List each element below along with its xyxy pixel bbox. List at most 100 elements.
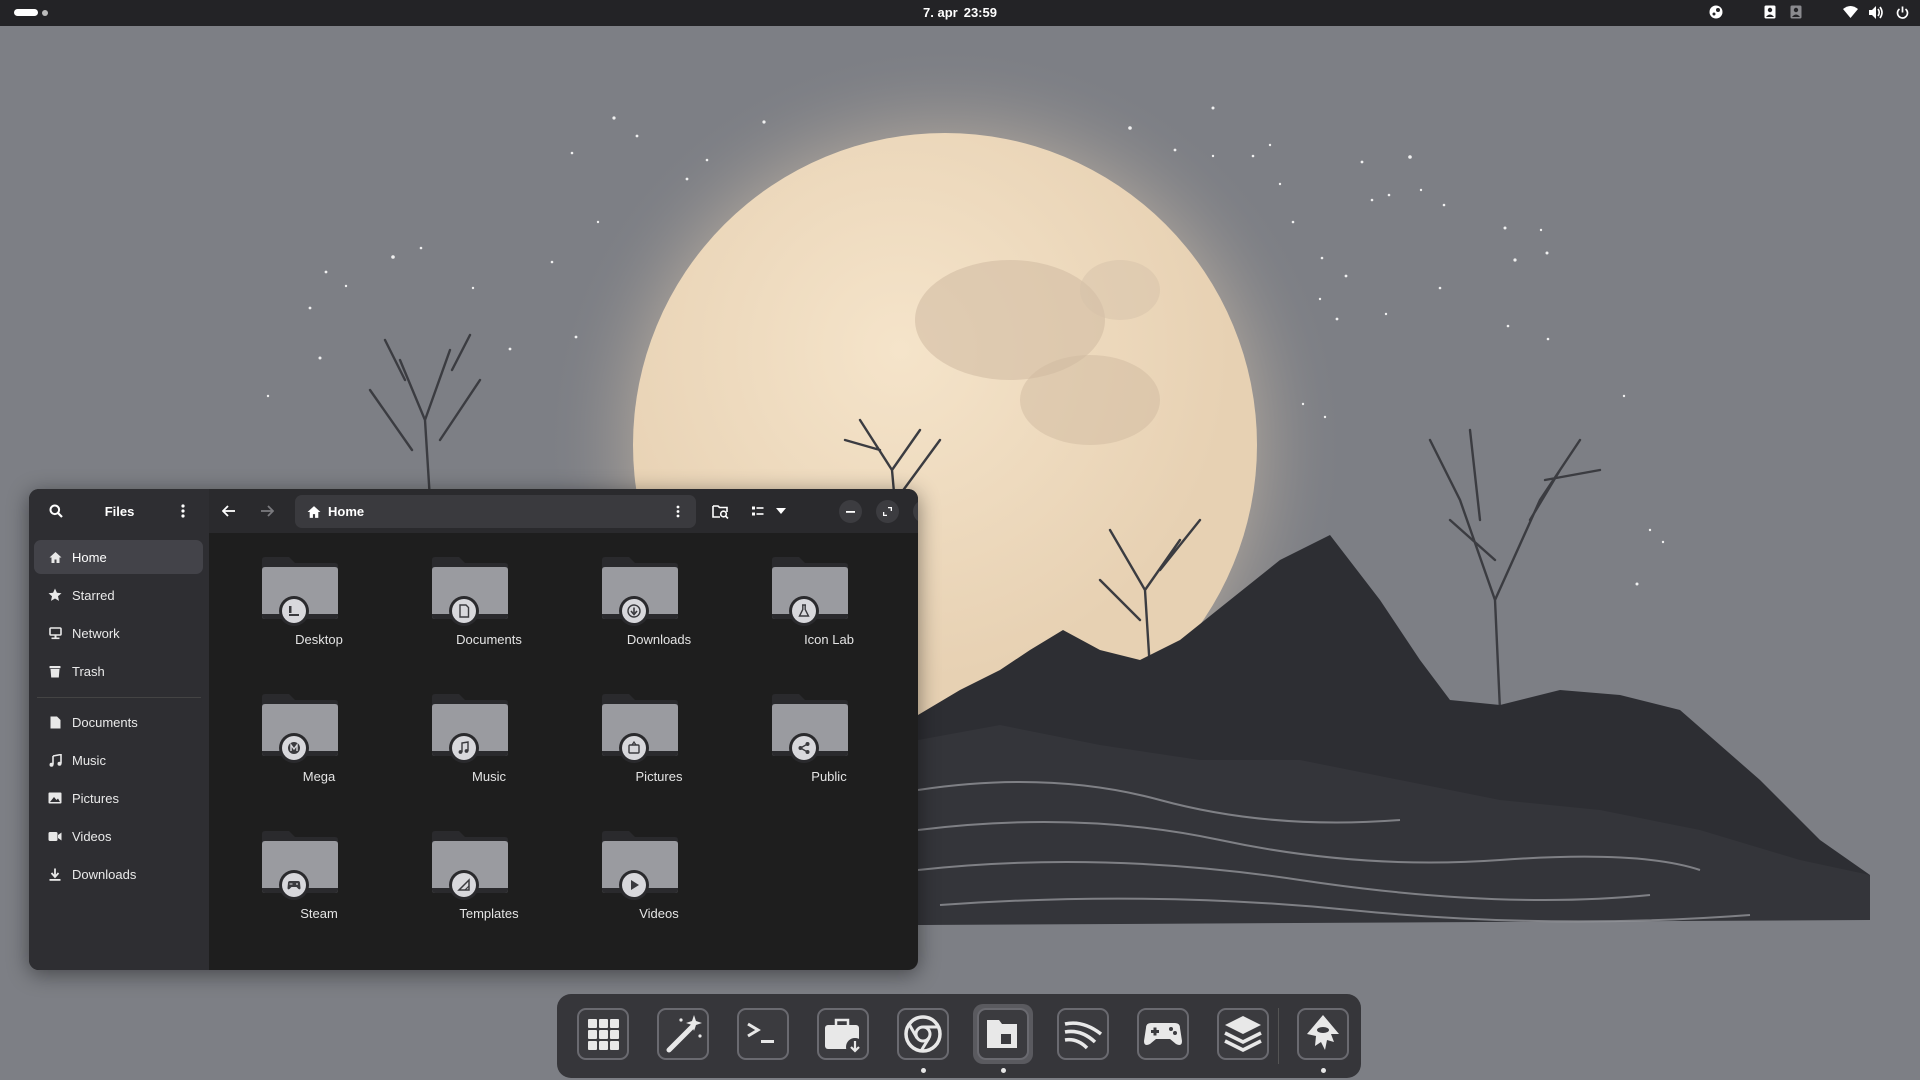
folder-icon-lab[interactable]: Icon Lab — [769, 548, 889, 658]
sidebar-item-network[interactable]: Network — [34, 616, 203, 650]
folder-music[interactable]: Music — [429, 685, 549, 795]
sidebar-item-home[interactable]: Home — [34, 540, 203, 574]
sidebar-item-pictures[interactable]: Pictures — [34, 781, 203, 815]
view-options-dropdown[interactable] — [771, 497, 791, 525]
folder-grid: Desktop Documents Downloads Icon Lab Mega Mus… — [209, 533, 918, 970]
main-menu-button[interactable] — [171, 499, 195, 523]
folder-icon — [602, 831, 678, 900]
folder-label: Mega — [302, 769, 336, 784]
home-icon — [48, 550, 62, 564]
dock-magic-wand-app[interactable] — [653, 1004, 713, 1064]
folder-label: Music — [472, 769, 506, 784]
folder-videos[interactable]: Videos — [599, 822, 719, 932]
sidebar-item-downloads[interactable]: Downloads — [34, 857, 203, 891]
home-icon — [307, 505, 321, 518]
user-switch-icon[interactable] — [1762, 4, 1778, 20]
folder-label: Icon Lab — [804, 632, 854, 647]
folder-label: Steam — [300, 906, 338, 921]
sidebar-title: Files — [104, 503, 135, 519]
inkscape-icon — [1297, 1008, 1349, 1060]
sidebar-item-starred[interactable]: Starred — [34, 578, 203, 612]
folder-icon — [432, 831, 508, 900]
dock-rss-reader[interactable] — [1053, 1004, 1113, 1064]
document-icon — [48, 715, 62, 729]
folder-icon — [772, 557, 848, 626]
dock-files[interactable] — [973, 1004, 1033, 1073]
power-icon[interactable] — [1894, 4, 1910, 20]
clock-date: 7. apr — [923, 5, 958, 20]
folder-downloads[interactable]: Downloads — [599, 548, 719, 658]
sidebar-item-music[interactable]: Music — [34, 743, 203, 777]
magic-wand-icon — [657, 1008, 709, 1060]
folder-label: Downloads — [626, 632, 692, 647]
maximize-button[interactable] — [876, 500, 899, 523]
dock-terminal[interactable] — [733, 1004, 793, 1064]
folder-pictures[interactable]: Pictures — [599, 685, 719, 795]
sidebar-header: Files — [29, 489, 209, 533]
search-button[interactable] — [44, 499, 68, 523]
folder-mega[interactable]: Mega — [259, 685, 379, 795]
sidebar-item-label: Starred — [72, 587, 115, 603]
folder-icon — [262, 557, 338, 626]
clock-time: 23:59 — [963, 5, 997, 20]
minimize-button[interactable] — [839, 500, 862, 523]
app-grid-icon — [577, 1008, 629, 1060]
dock-layers-app[interactable] — [1213, 1004, 1273, 1064]
running-indicator — [1001, 1068, 1006, 1073]
header-bar: Home — [209, 489, 918, 533]
mega-icon — [288, 742, 300, 754]
chevron-down-icon — [776, 508, 786, 514]
folder-label: Documents — [456, 632, 522, 647]
wifi-icon[interactable] — [1842, 4, 1858, 20]
dock-chromium[interactable] — [893, 1004, 953, 1073]
folder-label: Desktop — [295, 632, 343, 647]
sidebar-separator — [37, 697, 201, 698]
folder-icon — [772, 694, 848, 763]
kebab-menu-icon — [181, 504, 185, 518]
minimize-icon — [846, 510, 855, 513]
folder-documents[interactable]: Documents — [429, 548, 549, 658]
user-secondary-icon[interactable] — [1788, 4, 1804, 20]
sidebar-item-label: Documents — [72, 714, 138, 730]
pictures-icon — [48, 791, 62, 805]
folder-icon — [432, 557, 508, 626]
sidebar: Files Home Starred Network Trash Documen… — [29, 489, 209, 970]
steam-icon[interactable] — [1708, 4, 1724, 20]
close-button[interactable] — [913, 500, 918, 523]
folder-icon — [432, 694, 508, 763]
forward-button[interactable] — [253, 497, 281, 525]
back-button[interactable] — [215, 497, 243, 525]
folder-desktop[interactable]: Desktop — [259, 548, 379, 658]
folder-menu-button[interactable] — [670, 503, 686, 519]
folder-steam[interactable]: Steam — [259, 822, 379, 932]
volume-icon[interactable] — [1868, 4, 1884, 20]
folder-search-icon — [711, 504, 729, 519]
star-icon — [48, 588, 62, 602]
running-indicator — [921, 1068, 926, 1073]
list-view-icon — [752, 506, 764, 515]
folder-icon — [602, 557, 678, 626]
clock[interactable]: 7. apr 23:59 — [0, 5, 1920, 20]
dock-inkscape[interactable] — [1293, 1004, 1353, 1073]
network-icon — [48, 626, 62, 640]
sidebar-item-label: Trash — [72, 663, 105, 679]
rss-icon — [1057, 1008, 1109, 1060]
path-bar[interactable]: Home — [295, 495, 696, 528]
folder-icon — [602, 694, 678, 763]
arrow-right-icon — [261, 505, 274, 517]
dock-app-grid[interactable] — [573, 1004, 633, 1064]
chrome-icon — [897, 1008, 949, 1060]
dock-software-store[interactable] — [813, 1004, 873, 1064]
folder-public[interactable]: Public — [769, 685, 889, 795]
folder-icon — [262, 831, 338, 900]
sidebar-item-videos[interactable]: Videos — [34, 819, 203, 853]
gamepad-icon — [1137, 1008, 1189, 1060]
search-folder-button[interactable] — [706, 497, 734, 525]
dock-games[interactable] — [1133, 1004, 1193, 1064]
sidebar-item-documents[interactable]: Documents — [34, 705, 203, 739]
kebab-menu-icon — [676, 505, 680, 517]
view-mode-button[interactable] — [745, 497, 773, 525]
sidebar-item-trash[interactable]: Trash — [34, 654, 203, 688]
layers-icon — [1217, 1008, 1269, 1060]
folder-templates[interactable]: Templates — [429, 822, 549, 932]
